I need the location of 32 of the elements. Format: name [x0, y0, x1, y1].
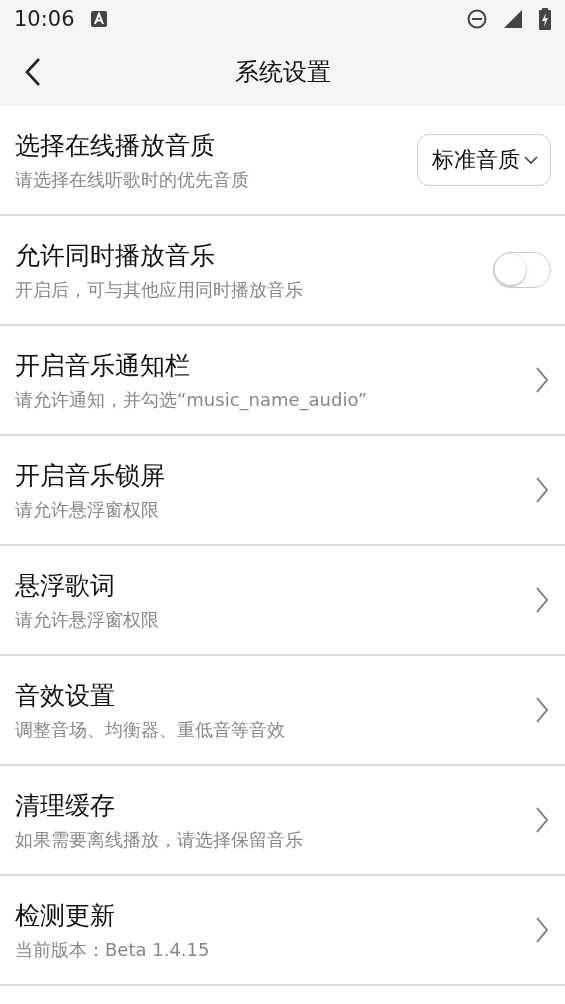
- back-button[interactable]: [24, 57, 42, 87]
- setting-title: 检测更新: [15, 899, 115, 932]
- setting-description: 如果需要离线播放，请选择保留音乐: [15, 827, 303, 852]
- setting-description: 请允许悬浮窗权限: [15, 607, 159, 632]
- chevron-right-icon[interactable]: [535, 916, 549, 944]
- setting-description: 当前版本：Beta 1.4.15: [15, 937, 210, 962]
- toggle-switch[interactable]: [493, 252, 551, 288]
- caret-icon: [524, 155, 538, 165]
- status-time: 10:06: [14, 7, 75, 31]
- chevron-right-icon[interactable]: [535, 586, 549, 614]
- setting-title: 悬浮歌词: [15, 569, 115, 602]
- chevron-right-icon[interactable]: [535, 806, 549, 834]
- setting-title: 开启音乐通知栏: [15, 349, 190, 382]
- setting-title: 开启音乐锁屏: [15, 459, 165, 492]
- setting-title: 允许同时播放音乐: [15, 239, 215, 272]
- setting-description: 请允许通知，并勾选“music_name_audio”: [15, 387, 368, 412]
- battery-icon: [539, 8, 551, 30]
- notification-icon: [90, 11, 107, 27]
- setting-description: 开启后，可与其他应用同时播放音乐: [15, 277, 303, 302]
- setting-description: 调整音场、均衡器、重低音等音效: [15, 717, 285, 742]
- setting-title: 选择在线播放音质: [15, 129, 215, 162]
- setting-description: 请选择在线听歌时的优先音质: [15, 167, 249, 192]
- setting-description: 请允许悬浮窗权限: [15, 497, 159, 522]
- page-title: 系统设置: [234, 57, 331, 88]
- setting-title: 音效设置: [15, 679, 115, 712]
- quality-dropdown[interactable]: 标准音质: [417, 134, 551, 186]
- chevron-right-icon[interactable]: [535, 696, 549, 724]
- do-not-disturb-icon: [467, 9, 487, 29]
- signal-icon: [503, 9, 523, 29]
- chevron-right-icon[interactable]: [535, 366, 549, 394]
- chevron-right-icon[interactable]: [535, 476, 549, 504]
- setting-title: 清理缓存: [15, 789, 115, 822]
